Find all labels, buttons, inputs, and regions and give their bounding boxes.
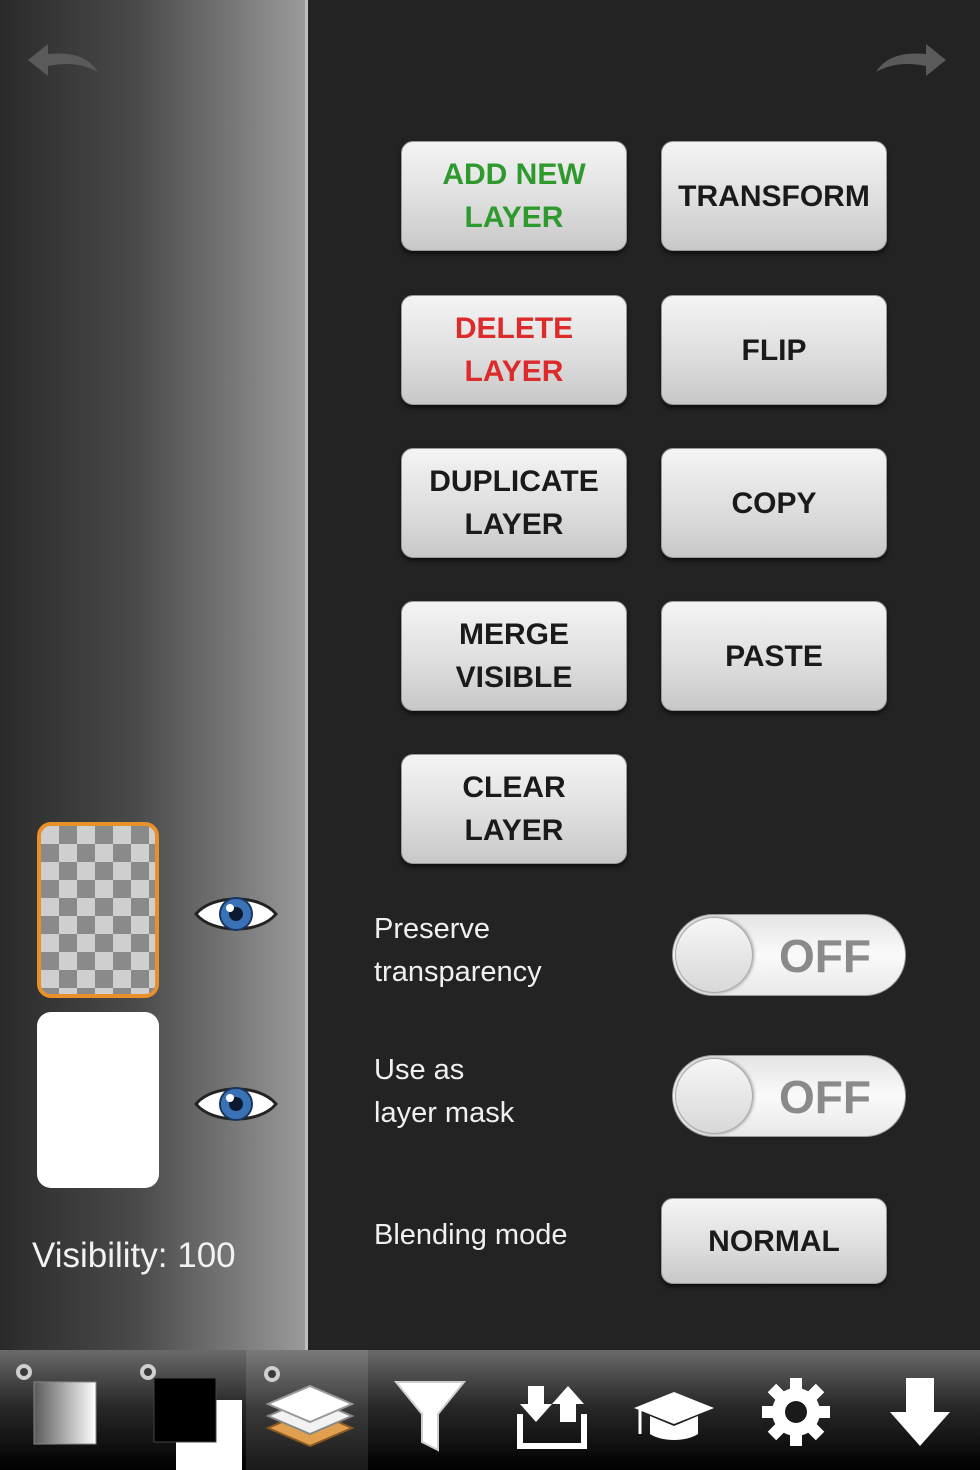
secondary-color-tool[interactable] — [122, 1350, 244, 1470]
clear-layer-button[interactable]: CLEAR LAYER — [401, 754, 627, 864]
eye-icon[interactable] — [192, 890, 280, 938]
eye-icon[interactable] — [192, 1080, 280, 1128]
layers-tool[interactable] — [246, 1350, 368, 1470]
merge-visible-button[interactable]: MERGE VISIBLE — [401, 601, 627, 711]
tutorial-tool[interactable] — [612, 1350, 734, 1470]
toggle-knob — [675, 1058, 753, 1134]
delete-layer-button[interactable]: DELETE LAYER — [401, 295, 627, 405]
import-export-icon — [517, 1386, 587, 1449]
copy-button[interactable]: COPY — [661, 448, 887, 558]
flip-button[interactable]: FLIP — [661, 295, 887, 405]
transform-button[interactable]: TRANSFORM — [661, 141, 887, 251]
layer-thumbnail-selected[interactable] — [37, 822, 159, 998]
layers-icon — [264, 1366, 355, 1448]
add-new-layer-button[interactable]: ADD NEW LAYER — [401, 141, 627, 251]
down-arrow-icon — [890, 1378, 950, 1446]
settings-tool[interactable] — [734, 1350, 856, 1470]
gear-icon — [762, 1378, 830, 1446]
visibility-value: 100 — [177, 1236, 236, 1275]
duplicate-layer-button[interactable]: DUPLICATE LAYER — [401, 448, 627, 558]
filter-icon — [393, 1381, 467, 1452]
toggle-state: OFF — [779, 930, 871, 982]
blending-mode-label: Blending mode — [374, 1219, 568, 1251]
visibility-readout: Visibility: 100 — [32, 1236, 236, 1276]
bottom-toolbar — [0, 1350, 980, 1470]
visibility-label: Visibility: — [32, 1236, 168, 1275]
gradient-color-icon — [16, 1364, 97, 1445]
filters-tool[interactable] — [368, 1350, 490, 1470]
close-panel-tool[interactable] — [858, 1350, 980, 1470]
redo-arrow-icon[interactable] — [872, 38, 952, 78]
preserve-transparency-toggle[interactable]: OFF — [672, 914, 906, 996]
preserve-transparency-label: Preserve transparency — [374, 913, 542, 988]
primary-color-tool[interactable] — [0, 1350, 122, 1470]
layer-mask-label: Use as layer mask — [374, 1054, 515, 1129]
toggle-state: OFF — [779, 1071, 871, 1123]
toggle-knob — [675, 917, 753, 993]
tutorial-cap-icon — [634, 1392, 714, 1440]
layers-panel: Visibility: 100 — [0, 0, 305, 1350]
undo-arrow-icon[interactable] — [22, 38, 102, 78]
black-white-color-icon — [140, 1364, 242, 1470]
paste-button[interactable]: PASTE — [661, 601, 887, 711]
import-export-tool[interactable] — [490, 1350, 612, 1470]
blending-mode-button[interactable]: NORMAL — [661, 1198, 887, 1284]
layer-mask-toggle[interactable]: OFF — [672, 1055, 906, 1137]
layer-thumbnail[interactable] — [37, 1012, 159, 1188]
